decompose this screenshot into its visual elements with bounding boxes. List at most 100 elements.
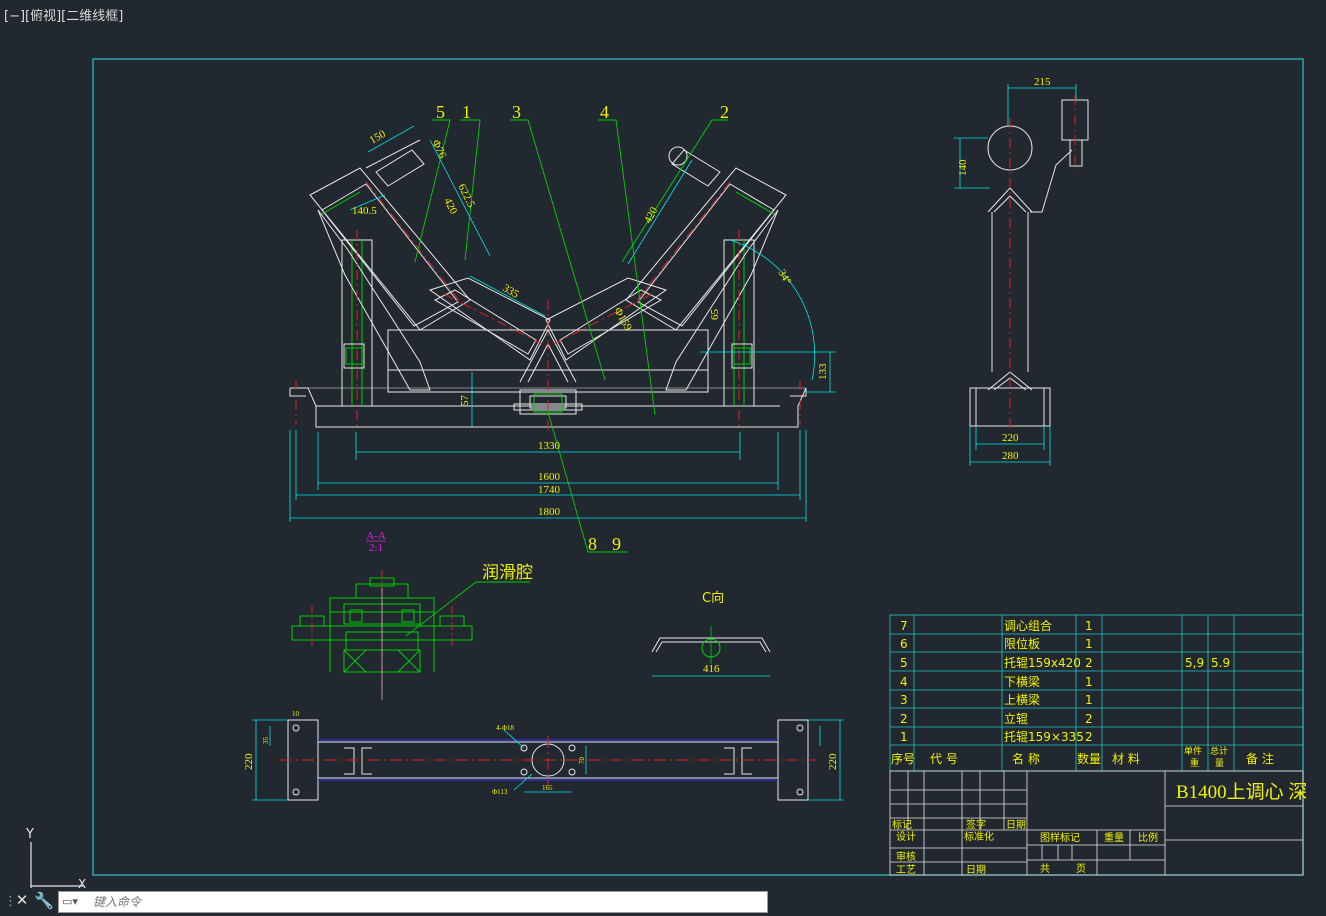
bom-header-weight-1: 重 [1190, 757, 1199, 769]
bom-row-no: 6 [900, 637, 908, 651]
bom-header-weight: 单件 总计 重 量 [1184, 745, 1228, 769]
drawing-canvas[interactable]: 5 1 3 4 2 8 9 150 Φ76 622.5 420 140.5 33… [0, 0, 1326, 888]
dim-220-plan-left: 220 [243, 753, 255, 770]
command-input-box[interactable]: ▭▾ [58, 891, 768, 913]
bom-header-total: 总计 [1210, 745, 1228, 757]
tb-scale: 比例 [1138, 831, 1158, 844]
tb-review: 审核 [896, 850, 916, 863]
bom-header-remark: 备 注 [1246, 751, 1274, 766]
side-view-dimension-lines [954, 84, 1077, 466]
bom-row-total-weight: 5.9 [1211, 656, 1230, 670]
bom-row-name: 上横梁 [1004, 692, 1040, 707]
tb-standard: 标准化 [964, 830, 994, 843]
part-label-5: 5 [436, 102, 445, 122]
dim-bore: Φ113 [492, 788, 508, 796]
dim-34deg: 34° [775, 268, 793, 287]
part-label-9: 9 [612, 534, 621, 554]
dim-159: Φ159 [611, 306, 634, 334]
bom-table-grid [889, 614, 1304, 772]
part-label-3: 3 [512, 102, 521, 122]
drawing-title: B1400上调心 深 [1176, 781, 1307, 803]
ucs-y-label: Y [25, 827, 34, 842]
close-icon[interactable]: ✕ [13, 891, 31, 911]
section-aa-label: A-A 2:1 [366, 530, 386, 554]
command-line-bar: ⋮ ✕ 🔧 ▭▾ [0, 888, 1326, 916]
bom-header-weight-2: 量 [1215, 758, 1224, 769]
side-view [969, 99, 1089, 427]
wrench-icon[interactable]: 🔧 [34, 891, 54, 911]
dim-10: 10 [292, 710, 300, 718]
front-dim-texts: 150 Φ76 622.5 420 140.5 335 420 34° Φ159… [352, 128, 829, 518]
c-view-dim-416: 416 [703, 663, 720, 675]
tb-stage: 图样标记 [1040, 831, 1080, 844]
ucs-icon [30, 842, 84, 888]
tb-sheets: 共 [1040, 863, 1050, 875]
dim-76: Φ76 [429, 138, 448, 161]
lube-chamber-label: 润滑腔 [482, 563, 533, 583]
side-dim-texts: 215 140 220 280 [957, 76, 1051, 462]
dim-140: 140 [957, 159, 969, 176]
plan-dim-texts: 220 220 [243, 753, 839, 770]
bom-row-name: 托辊159x420 [1004, 656, 1081, 670]
c-view-title: C向 [702, 590, 724, 606]
dim-420a: 420 [441, 196, 459, 217]
bom-row-unit-weight: 5,9 [1185, 656, 1204, 670]
dim-1740: 1740 [538, 484, 561, 496]
dim-220-side: 220 [1002, 432, 1019, 444]
bom-row-no: 4 [900, 675, 908, 689]
tb-weight: 重量 [1104, 831, 1124, 844]
dim-35: 35 [262, 737, 270, 745]
tb-process: 工艺 [896, 864, 916, 876]
bom-row-qty: 2 [1085, 656, 1093, 670]
dim-65: 65 [709, 309, 721, 321]
part-label-8: 8 [588, 534, 597, 554]
dim-280-side: 280 [1002, 450, 1019, 462]
tb-mark: 标记 [892, 819, 912, 831]
bom-row-no: 1 [900, 730, 908, 744]
bom-row-qty: 1 [1085, 693, 1093, 707]
title-block-labels: 标记 签字 日期 设计 标准化 审核 工艺 日期 图样标记 重量 比例 共 页 [892, 818, 1158, 876]
dim-335: 335 [501, 282, 522, 301]
bom-row-name: 下横梁 [1004, 674, 1040, 689]
bom-header-unit-weight: 单件 [1184, 745, 1202, 757]
command-input[interactable] [93, 893, 753, 911]
dim-215: 215 [1034, 76, 1051, 88]
dim-1800: 1800 [538, 506, 561, 518]
bom-row-no: 2 [900, 712, 908, 726]
part-number-labels: 5 1 3 4 2 8 9 [436, 102, 729, 554]
dim-70: 70 [578, 757, 586, 765]
plan-dim-small-texts: 4-Φ18 Φ113 165 70 35 10 [262, 710, 586, 796]
tb-approve: 日期 [966, 864, 986, 876]
tb-sign: 签字 [966, 818, 986, 831]
section-aa-title: A-A [366, 530, 386, 542]
dim-220-plan-right: 220 [827, 753, 839, 770]
dim-133: 133 [817, 363, 829, 380]
bom-row-no: 7 [900, 619, 908, 633]
dim-420b: 420 [642, 205, 661, 226]
bom-row-qty: 1 [1085, 619, 1093, 633]
bom-header-no: 序号 [891, 751, 915, 766]
bom-row-name: 托辊159×335 [1004, 730, 1084, 744]
dim-57: 57 [459, 395, 471, 407]
bom-row-no: 3 [900, 693, 908, 707]
part-label-4: 4 [600, 102, 609, 122]
tb-date: 日期 [1006, 819, 1026, 831]
command-prompt-icon[interactable]: ▭▾ [62, 895, 88, 910]
dim-1600: 1600 [538, 471, 561, 483]
dim-165: 165 [542, 784, 553, 792]
bom-header-name: 名 称 [1012, 751, 1040, 766]
bom-row-name: 调心组合 [1004, 618, 1052, 633]
dim-1405: 140.5 [352, 205, 377, 217]
bom-row-name: 立辊 [1004, 711, 1028, 726]
dim-4-holes: 4-Φ18 [496, 724, 514, 732]
bom-row-qty: 2 [1085, 712, 1093, 726]
bom-row-qty: 2 [1085, 730, 1093, 744]
tb-sheet: 页 [1076, 863, 1086, 875]
bom-row-qty: 1 [1085, 637, 1093, 651]
bom-row-no: 5 [900, 656, 908, 670]
part-label-2: 2 [720, 102, 729, 122]
part-label-1: 1 [462, 102, 471, 122]
dim-150: 150 [368, 128, 389, 147]
bom-header-qty: 数量 [1077, 751, 1101, 766]
bom-header-material: 材 料 [1112, 752, 1140, 766]
